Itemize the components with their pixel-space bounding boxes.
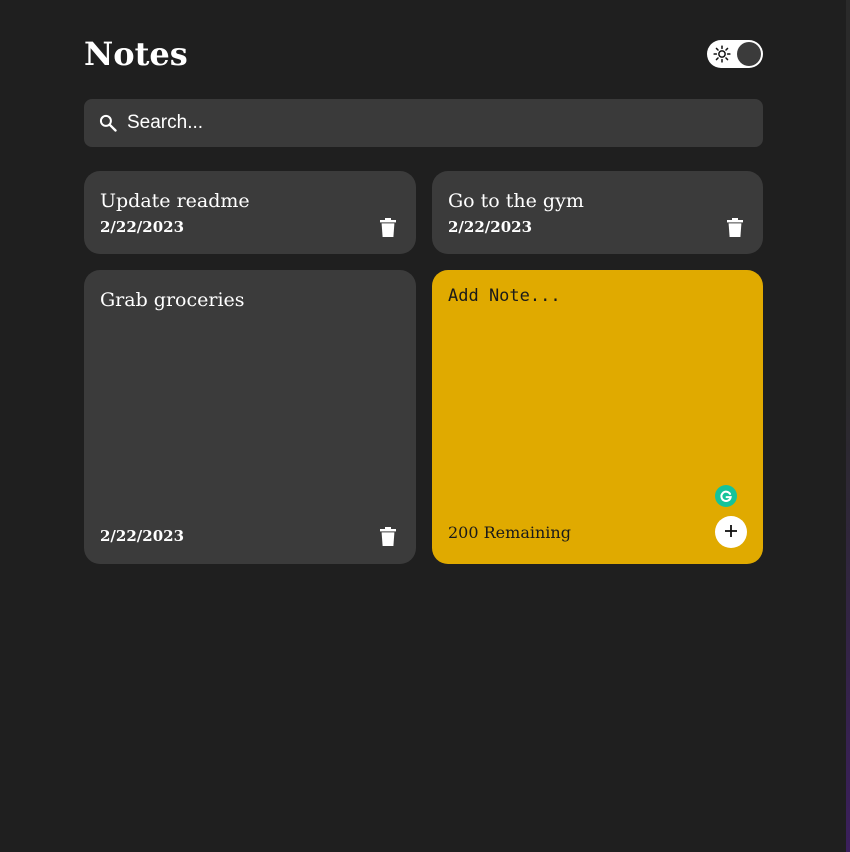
note-date: 2/22/2023 (100, 218, 185, 236)
note-date: 2/22/2023 (448, 218, 533, 236)
note-card: Grab groceries 2/22/2023 (84, 270, 416, 564)
remaining-count: 200 Remaining (448, 523, 571, 542)
trash-icon[interactable] (725, 216, 745, 238)
plus-icon (724, 524, 738, 541)
trash-icon[interactable] (378, 525, 398, 547)
page-title: Notes (84, 35, 188, 73)
note-card: Go to the gym 2/22/2023 (432, 171, 763, 254)
header: Notes (84, 34, 763, 78)
notes-app: Notes Search... Update readme 2/22/2023 … (0, 0, 850, 852)
note-card: Update readme 2/22/2023 (84, 171, 416, 254)
search-icon (97, 112, 119, 134)
sun-icon (711, 43, 733, 65)
window-edge (846, 0, 850, 852)
trash-icon[interactable] (378, 216, 398, 238)
theme-toggle[interactable] (707, 40, 763, 68)
new-note-input[interactable] (448, 286, 744, 476)
search-input[interactable] (127, 108, 727, 138)
note-date: 2/22/2023 (100, 527, 185, 545)
new-note-card: 200 Remaining (432, 270, 763, 564)
note-text: Go to the gym (448, 190, 584, 212)
toggle-knob (737, 42, 761, 66)
grammarly-icon[interactable] (715, 485, 737, 507)
add-note-button[interactable] (715, 516, 747, 548)
search-bar (84, 99, 763, 147)
note-text: Grab groceries (100, 289, 245, 311)
note-text: Update readme (100, 190, 250, 212)
